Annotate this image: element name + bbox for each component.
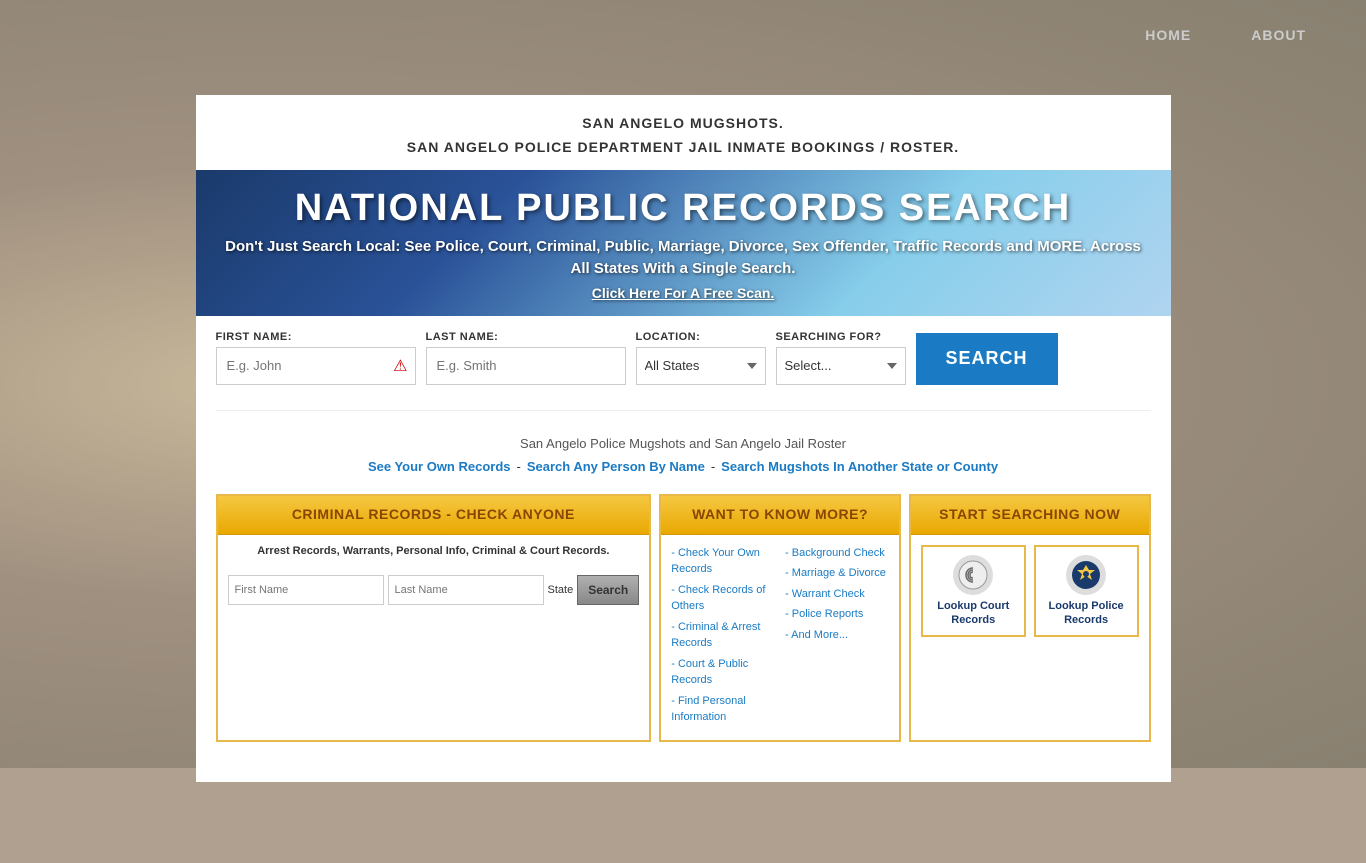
location-label: LOCATION: — [636, 331, 766, 343]
last-name-label: LAST NAME: — [426, 331, 626, 343]
criminal-header: CRIMINAL RECORDS - CHECK ANYONE — [218, 496, 650, 535]
search-person-link[interactable]: Search Any Person By Name — [527, 459, 705, 474]
know-link[interactable]: Court & Public Records — [671, 656, 775, 689]
start-header-text: START SEARCHING NOW — [939, 506, 1120, 522]
lookup-court[interactable]: Lookup Court Records — [921, 545, 1026, 638]
criminal-col: CRIMINAL RECORDS - CHECK ANYONE Arrest R… — [216, 494, 652, 742]
start-header: START SEARCHING NOW — [911, 496, 1149, 535]
know-link[interactable]: Marriage & Divorce — [785, 565, 889, 582]
location-group: LOCATION: All States AlabamaAlaskaArizon… — [636, 331, 766, 385]
searching-select[interactable]: Select... Mugshots Criminal Records Back… — [776, 347, 906, 385]
know-col: WANT TO KNOW MORE? Check Your Own Record… — [659, 494, 901, 742]
first-name-group: FIRST NAME: ⚠ — [216, 331, 416, 385]
court-icon — [953, 555, 993, 595]
searching-group: SEARCHING FOR? Select... Mugshots Crimin… — [776, 331, 906, 385]
know-body: Check Your Own Records Check Records of O… — [661, 535, 899, 740]
know-header: WANT TO KNOW MORE? — [661, 496, 899, 535]
lookup-police[interactable]: Lookup Police Records — [1034, 545, 1139, 638]
search-mugshots-link[interactable]: Search Mugshots In Another State or Coun… — [721, 459, 998, 474]
criminal-last-name[interactable] — [388, 575, 544, 605]
three-col: CRIMINAL RECORDS - CHECK ANYONE Arrest R… — [196, 484, 1171, 752]
banner-subtitle: Don't Just Search Local: See Police, Cou… — [216, 236, 1151, 281]
start-col: START SEARCHING NOW Lookup Court Records — [909, 494, 1151, 742]
court-label: Lookup Court Records — [931, 599, 1016, 628]
know-link[interactable]: Background Check — [785, 545, 889, 562]
criminal-mini-form: State Search — [218, 575, 650, 615]
know-link[interactable]: Find Personal Information — [671, 693, 775, 726]
see-own-records-link[interactable]: See Your Own Records — [368, 459, 511, 474]
start-body: Lookup Court Records Lookup Police Recor… — [911, 535, 1149, 648]
location-select[interactable]: All States AlabamaAlaskaArizona Arkansas… — [636, 347, 766, 385]
links-section: San Angelo Police Mugshots and San Angel… — [196, 426, 1171, 484]
sep2: - — [711, 459, 715, 474]
criminal-search-btn[interactable]: Search — [577, 575, 639, 605]
know-links-left: Check Your Own Records Check Records of O… — [671, 545, 775, 730]
know-link[interactable]: And More... — [785, 627, 889, 644]
link-row: See Your Own Records - Search Any Person… — [216, 459, 1151, 474]
criminal-first-name[interactable] — [228, 575, 384, 605]
banner-title: NATIONAL PUBLIC RECORDS SEARCH — [216, 188, 1151, 230]
first-name-input[interactable] — [216, 347, 416, 385]
fingerprint-icon — [958, 560, 988, 590]
nav-home[interactable]: HOME — [1145, 27, 1191, 43]
badge-icon — [1071, 560, 1101, 590]
main-container: SAN ANGELO MUGSHOTS. SAN ANGELO POLICE D… — [196, 95, 1171, 782]
banner[interactable]: NATIONAL PUBLIC RECORDS SEARCH Don't Jus… — [196, 170, 1171, 316]
criminal-body: Arrest Records, Warrants, Personal Info,… — [218, 535, 650, 567]
divider — [216, 410, 1151, 411]
banner-cta[interactable]: Click Here For A Free Scan. — [216, 285, 1151, 301]
know-link[interactable]: Check Records of Others — [671, 582, 775, 615]
police-icon — [1066, 555, 1106, 595]
page-subtitle: SAN ANGELO POLICE DEPARTMENT JAIL INMATE… — [196, 139, 1171, 155]
links-description: San Angelo Police Mugshots and San Angel… — [216, 436, 1151, 451]
know-header-text: WANT TO KNOW MORE? — [692, 506, 868, 522]
sep1: - — [517, 459, 521, 474]
criminal-state-label: State — [548, 584, 574, 596]
searching-label: SEARCHING FOR? — [776, 331, 906, 343]
nav-about[interactable]: ABOUT — [1251, 27, 1306, 43]
last-name-group: LAST NAME: — [426, 331, 626, 385]
page-title: SAN ANGELO MUGSHOTS. — [196, 115, 1171, 131]
police-label: Lookup Police Records — [1044, 599, 1129, 628]
search-button[interactable]: SEARCH — [916, 333, 1058, 385]
know-links-right: Background Check Marriage & Divorce Warran… — [785, 545, 889, 730]
know-link[interactable]: Police Reports — [785, 606, 889, 623]
know-link[interactable]: Criminal & Arrest Records — [671, 619, 775, 652]
know-link[interactable]: Warrant Check — [785, 586, 889, 603]
know-link[interactable]: Check Your Own Records — [671, 545, 775, 578]
search-form: FIRST NAME: ⚠ LAST NAME: LOCATION: All S… — [196, 316, 1171, 395]
first-name-label: FIRST NAME: — [216, 331, 416, 343]
top-nav: HOME ABOUT — [0, 0, 1366, 70]
criminal-header-text: CRIMINAL RECORDS - CHECK ANYONE — [292, 506, 575, 522]
last-name-input[interactable] — [426, 347, 626, 385]
